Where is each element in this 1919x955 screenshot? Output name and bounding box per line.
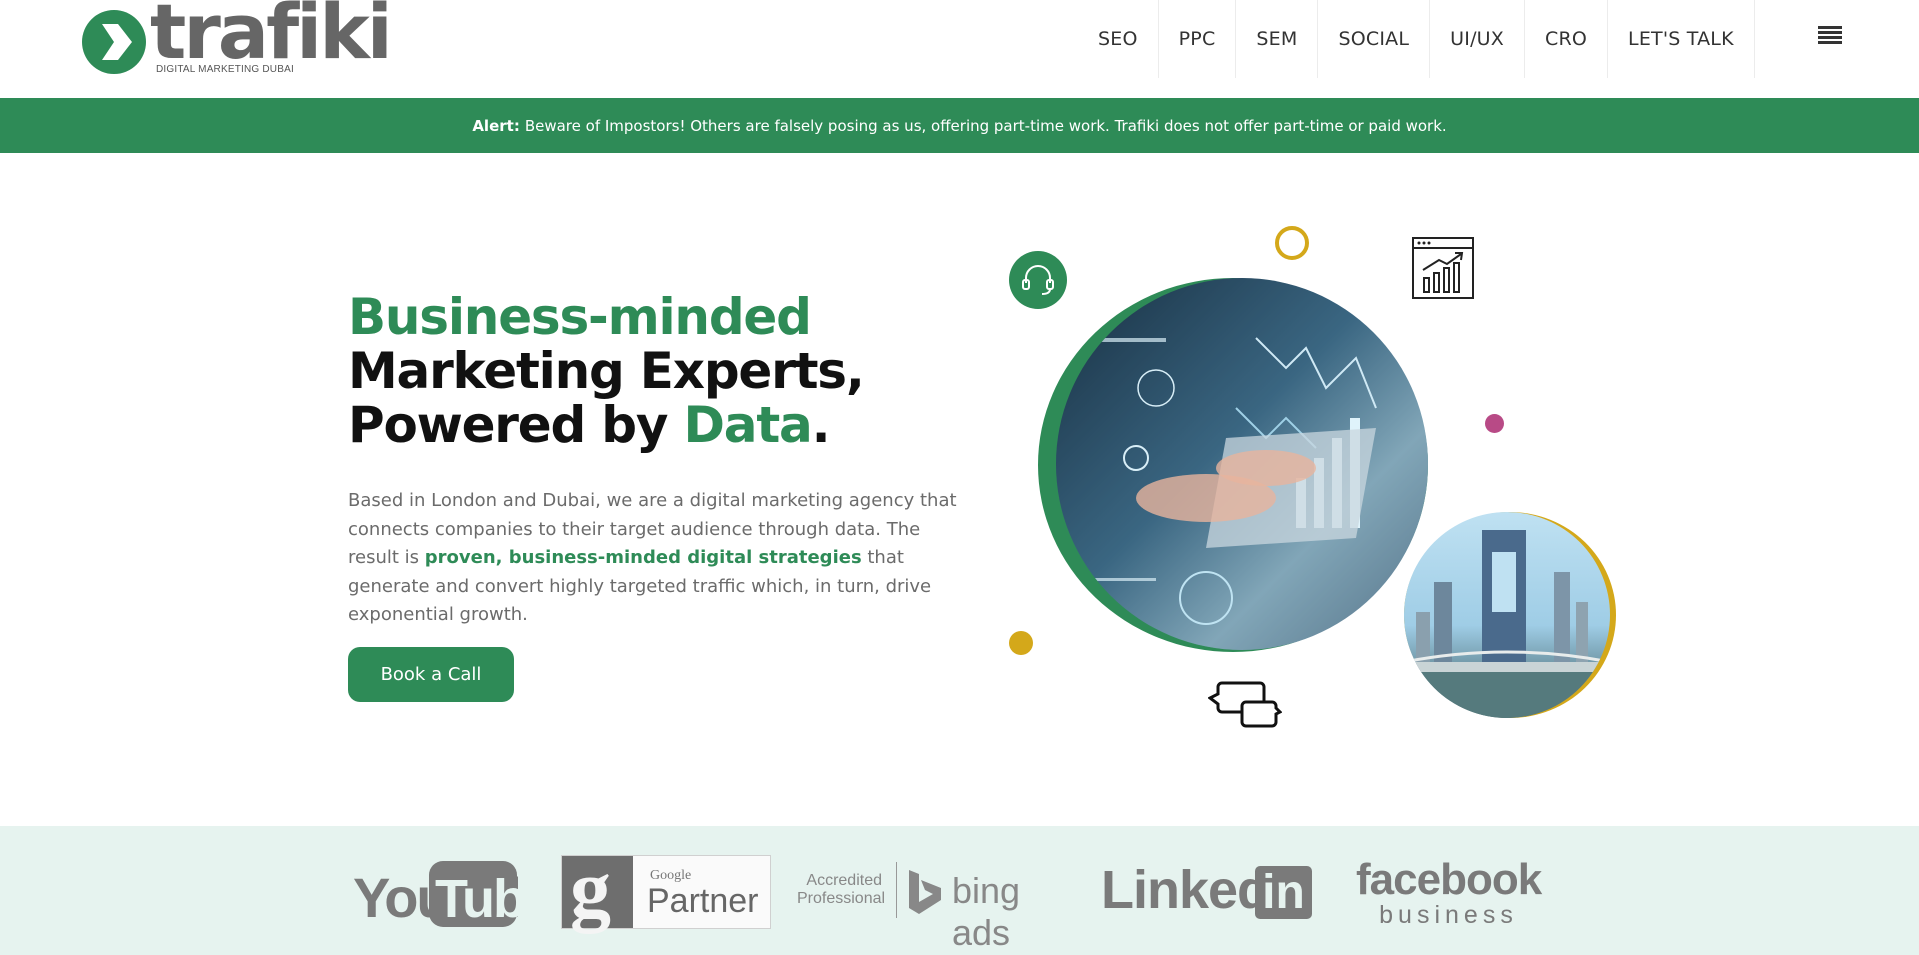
facebook-business-logo: facebook business xyxy=(1356,855,1542,929)
city-image-dubai xyxy=(1404,512,1610,718)
nav-item-sem[interactable]: SEM xyxy=(1235,0,1317,78)
hamburger-icon[interactable] xyxy=(1818,26,1842,50)
headset-icon xyxy=(1009,251,1067,309)
business-text: business xyxy=(1379,901,1518,929)
nav-item-lets-talk[interactable]: LET'S TALK xyxy=(1607,0,1755,78)
hero-title-line3-prefix: Powered by xyxy=(348,396,684,454)
nav-item-seo[interactable]: SEO xyxy=(1078,0,1158,78)
bing-ads-logo: Accredited Professional bing ads xyxy=(797,862,1077,953)
nav-item-cro[interactable]: CRO xyxy=(1524,0,1607,78)
decorative-gold-ring xyxy=(1275,226,1309,260)
linkedin-in-box: in xyxy=(1255,866,1312,919)
alert-message: Beware of Impostors! Others are falsely … xyxy=(524,116,1447,135)
youtube-logo: YouTube Tube xyxy=(353,857,573,929)
hero-description: Based in London and Dubai, we are a digi… xyxy=(348,487,958,630)
logo-arrow-icon xyxy=(82,10,146,74)
site-header: trafiki DIGITAL MARKETING DUBAI SEO PPC … xyxy=(0,0,1919,98)
linkedin-logo: Linked in xyxy=(1101,860,1316,923)
facebook-text: facebook xyxy=(1356,855,1542,904)
nav-item-ui-ux[interactable]: UI/UX xyxy=(1429,0,1524,78)
hero-title-suffix: . xyxy=(811,396,831,454)
hero-title: Business-minded Marketing Experts, Power… xyxy=(348,290,968,452)
linkedin-text: Linked xyxy=(1101,860,1270,920)
alert-label: Alert: xyxy=(472,116,520,135)
hero-title-highlight: Data xyxy=(683,396,812,454)
chart-window-icon xyxy=(1411,236,1475,300)
trafiki-logo[interactable]: trafiki DIGITAL MARKETING DUBAI xyxy=(82,0,393,78)
google-partner-text: Partner xyxy=(647,882,759,920)
google-partner-logo: g Google Partner xyxy=(561,843,771,934)
alert-banner: Alert: Beware of Impostors! Others are f… xyxy=(0,98,1919,153)
chat-bubbles-icon xyxy=(1207,680,1283,730)
nav-item-ppc[interactable]: PPC xyxy=(1157,0,1236,78)
logo-tagline: DIGITAL MARKETING DUBAI xyxy=(156,64,294,75)
hero-title-line2: Marketing Experts, xyxy=(348,342,865,400)
google-g-box: g xyxy=(562,843,633,934)
bing-accredited-text: Accredited Professional xyxy=(797,872,886,907)
svg-text:Tube: Tube xyxy=(435,869,518,929)
main-nav: SEO PPC SEM SOCIAL UI/UX CRO LET'S TALK xyxy=(1078,0,1755,78)
bing-divider xyxy=(896,862,897,918)
bing-b-icon xyxy=(909,870,941,914)
bing-ads-text: bing ads xyxy=(952,870,1021,953)
logo-wordmark: trafiki xyxy=(150,0,393,76)
hero-title-line1: Business-minded xyxy=(348,288,812,346)
book-a-call-button[interactable]: Book a Call xyxy=(348,647,514,702)
hero-image-data-laptop xyxy=(1056,278,1428,650)
decorative-pink-dot xyxy=(1485,414,1504,433)
decorative-gold-dot xyxy=(1009,631,1033,655)
nav-item-social[interactable]: SOCIAL xyxy=(1317,0,1429,78)
hero-text-highlight: proven, business-minded digital strategi… xyxy=(424,547,862,568)
